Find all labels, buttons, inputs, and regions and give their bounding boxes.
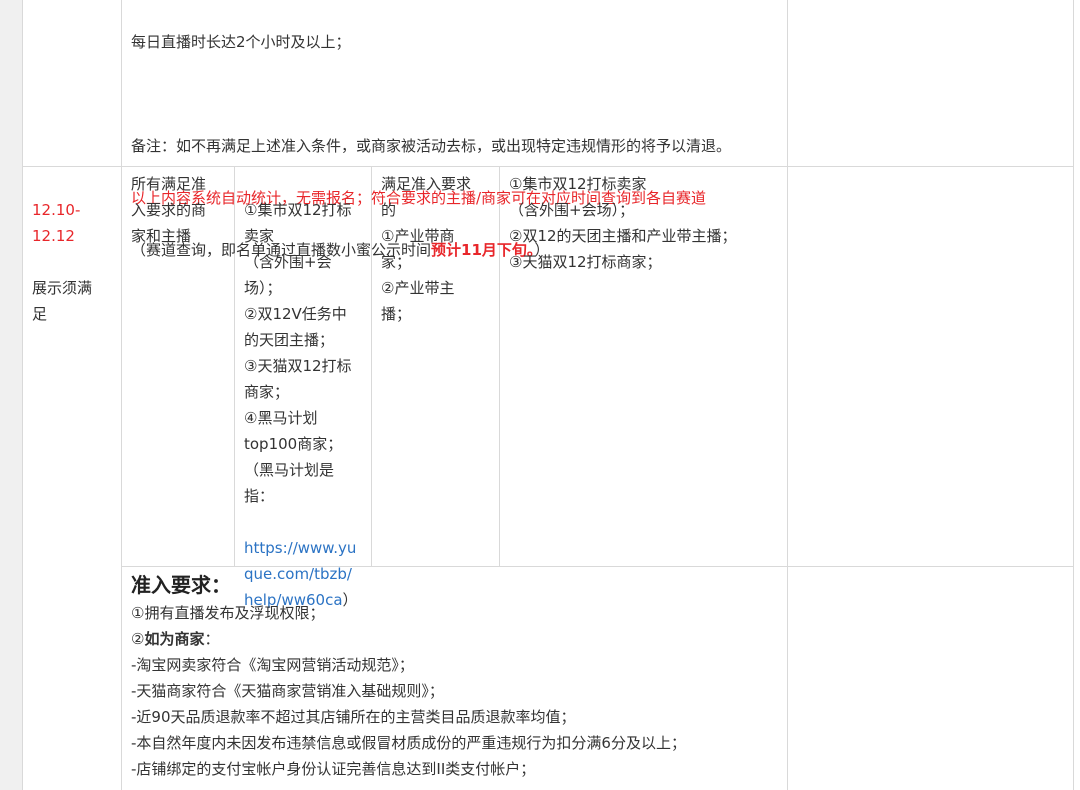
grid-line	[1073, 0, 1074, 790]
list-c-cell: ①集市双12打标卖家 （含外围+会场）； ②双12的天团主播和产业带主播； ③天…	[509, 175, 737, 271]
date-range: 12.10- 12.12	[32, 201, 81, 245]
note-text: 备注：如不再满足上述准入条件，或商家被活动去标，或出现特定违规情形的将予以清退。	[131, 137, 732, 155]
grid-line	[787, 0, 788, 790]
requirement-line: -天猫商家符合《天猫商家营销准入基础规则》；	[131, 682, 444, 700]
requirement-line: -近90天品质退款率不超过其店铺所在的主营类目品质退款率均值；	[131, 708, 576, 726]
requirements-section: 准入要求： ①拥有直播发布及浮现权限； ②如为商家： -淘宝网卖家符合《淘宝网营…	[131, 570, 781, 782]
list-a-text: ①集市双12打标 卖家 （含外围+会 场）； ②双12V任务中 的天团主播； ③…	[244, 201, 352, 505]
requirement-item-2: ②如为商家：	[131, 626, 781, 652]
scope-cell: 所有满足准 入要求的商 家和主播	[131, 175, 207, 245]
requirement-line: -淘宝网卖家符合《淘宝网营销活动规范》；	[131, 656, 414, 674]
item2-suffix: ：	[204, 630, 220, 648]
date-cell: 12.10- 12.12 展示须满 足	[32, 171, 118, 353]
requirement-line: -店铺绑定的支付宝帐户身份认证完善信息达到II类支付帐户；	[131, 760, 536, 778]
live-duration-line: 每日直播时长达2个小时及以上；	[131, 33, 351, 51]
requirement-line: -本自然年度内未因发布违禁信息或假冒材质成份的严重违规行为扣分满6分及以上；	[131, 734, 686, 752]
list-b-cell: 满足准入要求 的 ①产业带商 家； ②产业带主 播；	[381, 175, 472, 323]
requirements-heading: 准入要求：	[131, 573, 231, 597]
left-margin	[0, 0, 22, 790]
item2-prefix: ②	[131, 630, 145, 648]
item2-bold: 如为商家	[144, 630, 205, 648]
grid-line	[121, 0, 122, 790]
grid-line	[22, 0, 23, 790]
list-a-cell: ①集市双12打标 卖家 （含外围+会 场）； ②双12V任务中 的天团主播； ③…	[244, 171, 369, 639]
requirement-item-1: ①拥有直播发布及浮现权限；	[131, 604, 325, 622]
date-note: 展示须满 足	[32, 279, 93, 323]
